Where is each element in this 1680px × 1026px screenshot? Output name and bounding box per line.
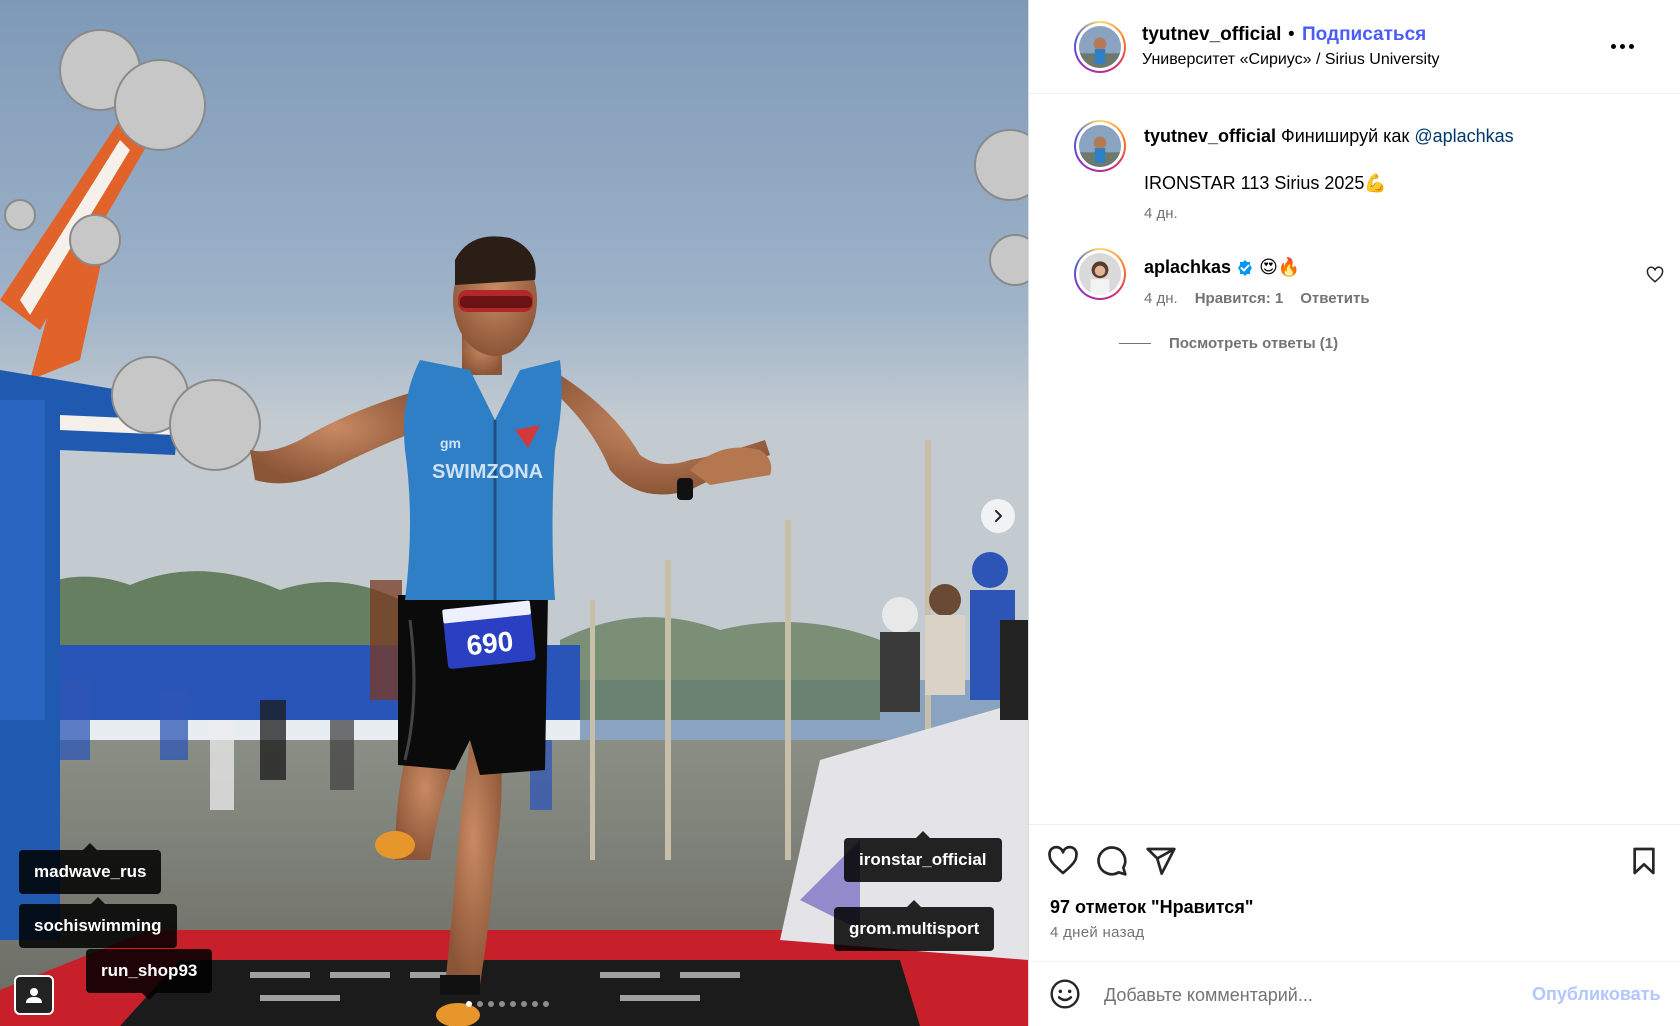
publish-comment-button[interactable]: Опубликовать — [1532, 984, 1661, 1005]
caption-text: Финишируй как — [1281, 126, 1410, 146]
carousel-dot — [532, 1001, 538, 1007]
heart-icon[interactable] — [1646, 266, 1664, 284]
more-horizontal-icon — [1610, 43, 1616, 49]
caption-timestamp[interactable]: 4 дн. — [1144, 205, 1178, 222]
photo-tag-grom[interactable]: grom.multisport — [834, 900, 995, 951]
post-actions: 97 отметок "Нравится" 4 дней назад — [1029, 824, 1680, 961]
bookmark-icon[interactable] — [1628, 845, 1660, 877]
svg-text:gm: gm — [440, 435, 461, 451]
comment-text: 😍🔥 — [1259, 257, 1301, 277]
separator-dot: • — [1288, 24, 1295, 45]
carousel-dot — [477, 1001, 483, 1007]
view-replies-label: Посмотреть ответы (1) — [1169, 335, 1339, 352]
next-photo-button[interactable] — [981, 499, 1015, 533]
caption-line-1: tyutnev_official Финишируй как @aplachka… — [1144, 126, 1514, 147]
location-link[interactable]: Университет «Сириус» / Sirius University — [1142, 51, 1440, 69]
caption-mention-link[interactable]: @aplachkas — [1414, 126, 1513, 146]
post-header: tyutnev_official • Подписаться Университ… — [1029, 0, 1680, 94]
carousel-dot — [499, 1001, 505, 1007]
heart-icon[interactable] — [1047, 845, 1079, 877]
caption-author-link[interactable]: tyutnev_official — [1144, 126, 1276, 146]
comment-timestamp[interactable]: 4 дн. — [1144, 290, 1178, 307]
carousel-dot — [488, 1001, 494, 1007]
bib-number-text: 690 — [465, 625, 515, 661]
photo-tag-ironstar[interactable]: ironstar_official — [844, 831, 1002, 882]
jersey-brand-text: SWIMZONA — [432, 461, 543, 483]
post-photo-panel: SWIMZONA gm 690 madwave_rus sochiswimmin… — [0, 0, 1028, 1026]
photo-tag-run-shop[interactable]: run_shop93 — [86, 949, 213, 1000]
caption-author-avatar[interactable] — [1074, 120, 1126, 172]
comment-bubble-icon[interactable] — [1096, 845, 1128, 877]
photo-tag-madwave[interactable]: madwave_rus — [19, 843, 162, 894]
show-tags-button[interactable] — [14, 975, 54, 1015]
commenter-avatar[interactable] — [1074, 248, 1126, 300]
carousel-dot — [543, 1001, 549, 1007]
view-replies-button[interactable]: Посмотреть ответы (1) — [1119, 335, 1338, 352]
reply-button[interactable]: Ответить — [1300, 290, 1369, 307]
author-avatar[interactable] — [1074, 21, 1126, 73]
paper-plane-icon[interactable] — [1145, 845, 1177, 877]
chevron-right-icon — [995, 510, 1002, 522]
replies-divider-line — [1119, 343, 1151, 344]
carousel-indicator — [466, 1001, 549, 1007]
commenter-username-link[interactable]: aplachkas — [1144, 257, 1231, 278]
post-time-ago[interactable]: 4 дней назад — [1050, 924, 1144, 941]
likes-count[interactable]: 97 отметок "Нравится" — [1050, 897, 1253, 918]
comment-likes-count[interactable]: Нравится: 1 — [1195, 290, 1284, 307]
carousel-dot — [466, 1001, 472, 1007]
verified-badge-icon — [1238, 259, 1253, 276]
author-username-link[interactable]: tyutnev_official — [1142, 24, 1281, 46]
photo-tag-sochiswimming[interactable]: sochiswimming — [19, 897, 177, 948]
post-details-panel: tyutnev_official • Подписаться Университ… — [1028, 0, 1680, 1026]
carousel-dot — [521, 1001, 527, 1007]
caption-line-2: IRONSTAR 113 Sirius 2025💪 — [1144, 173, 1387, 193]
more-options-button[interactable] — [1607, 38, 1637, 54]
comment-input[interactable] — [1104, 980, 1524, 1010]
smiley-icon[interactable] — [1049, 978, 1081, 1010]
carousel-dot — [510, 1001, 516, 1007]
comment-meta: 4 дн. Нравится: 1 Ответить — [1144, 290, 1370, 307]
instagram-post-modal: SWIMZONA gm 690 madwave_rus sochiswimmin… — [0, 0, 1680, 1026]
comment-line: aplachkas 😍🔥 — [1144, 257, 1300, 278]
add-comment-bar: Опубликовать — [1029, 961, 1680, 1026]
follow-button[interactable]: Подписаться — [1302, 24, 1426, 46]
person-icon — [26, 988, 42, 1003]
